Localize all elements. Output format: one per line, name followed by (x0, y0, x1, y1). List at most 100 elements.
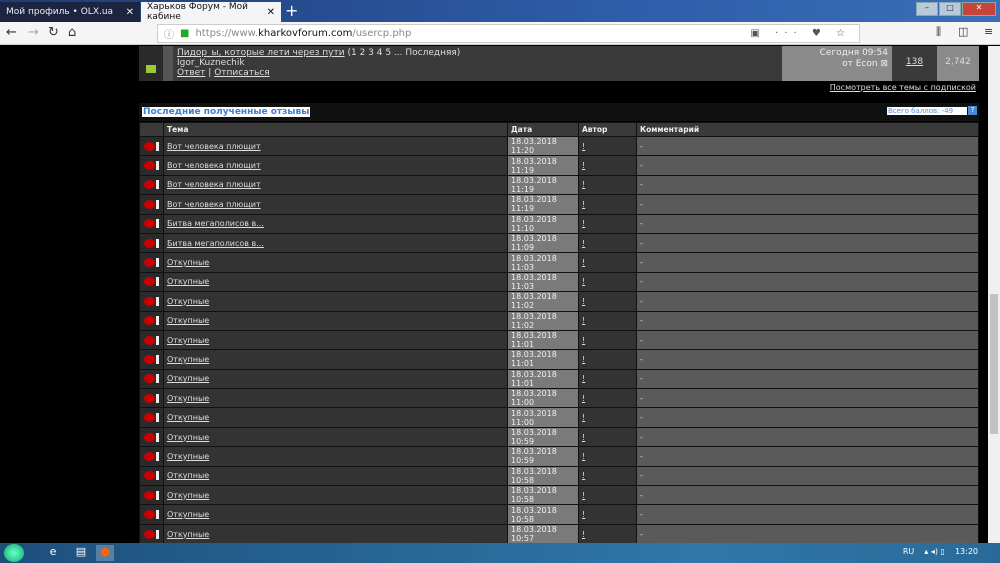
sidebar-icon[interactable]: ◫ (958, 25, 968, 38)
forward-icon[interactable]: → (28, 25, 39, 40)
date-cell: 18.03.2018 10:58 (507, 485, 579, 506)
topic-link[interactable]: Вот человека плющит (167, 142, 261, 151)
thread-pages[interactable]: (1 2 3 4 5 ... Последняя) (347, 48, 460, 58)
table-row: Вот человека плющит 18.03.2018 11:19 ! - (139, 155, 979, 176)
table-row: Откупные 18.03.2018 10:59 ! - (139, 446, 979, 467)
topic-link[interactable]: Откупные (167, 491, 209, 500)
author-link[interactable]: ! (582, 316, 585, 325)
topic-link[interactable]: Откупные (167, 530, 209, 539)
scrollbar-thumb[interactable] (990, 294, 998, 434)
topic-link[interactable]: Вот человека плющит (167, 200, 261, 209)
page-actions-icon[interactable]: ▣ ··· ♥ ☆ (751, 28, 851, 39)
author-link[interactable]: ! (582, 491, 585, 500)
close-icon[interactable]: ✕ (267, 7, 275, 18)
author-link[interactable]: ! (582, 180, 585, 189)
author-link[interactable]: ! (582, 394, 585, 403)
start-button[interactable] (4, 544, 24, 562)
author-link[interactable]: ! (582, 336, 585, 345)
help-icon[interactable]: ? (968, 106, 977, 115)
author-link[interactable]: ! (582, 200, 585, 209)
negative-feedback-icon (139, 232, 164, 254)
author-link[interactable]: ! (582, 239, 585, 248)
negative-feedback-icon (139, 349, 164, 370)
author-link[interactable]: ! (582, 161, 585, 170)
topic-link[interactable]: Откупные (167, 374, 209, 383)
close-window-button[interactable]: ✕ (962, 2, 996, 16)
author-link[interactable]: ! (582, 413, 585, 422)
table-row: Вот человека плющит 18.03.2018 11:20 ! - (139, 135, 979, 157)
author-link[interactable]: ! (582, 374, 585, 383)
reload-icon[interactable]: ↻ (48, 25, 59, 40)
go-to-last-post-icon[interactable]: ⊠ (880, 59, 888, 69)
tab-olx[interactable]: Мой профиль • OLX.ua ✕ (0, 2, 140, 22)
author-link[interactable]: ! (582, 219, 585, 228)
home-icon[interactable]: ⌂ (68, 25, 76, 40)
author-link[interactable]: ! (582, 277, 585, 286)
replies-count[interactable]: 138 (906, 57, 923, 67)
date-cell: 18.03.2018 11:00 (507, 407, 579, 428)
library-icon[interactable]: ⫼ (936, 25, 941, 39)
topic-link[interactable]: Откупные (167, 510, 209, 519)
topic-link[interactable]: Откупные (167, 355, 209, 364)
col-topic: Тема (163, 122, 508, 137)
negative-feedback-icon (139, 329, 164, 351)
topic-link[interactable]: Откупные (167, 297, 209, 306)
scrollbar[interactable] (988, 46, 1000, 543)
url-bar[interactable]: ⓘ ■ https://www. kharkovforum.com/usercp.p… (157, 24, 860, 43)
menu-icon[interactable]: ≡ (984, 25, 993, 38)
comment-cell: - (636, 504, 979, 525)
firefox-icon[interactable]: ● (96, 545, 114, 561)
table-row: Откупные 18.03.2018 11:01 ! - (139, 349, 979, 370)
thread-title-link[interactable]: Пидор_ы, которые лети через пути (177, 48, 345, 58)
negative-feedback-icon (139, 368, 164, 390)
comment-cell: - (636, 465, 979, 487)
topic-link[interactable]: Вот человека плющит (167, 161, 261, 170)
unsubscribe-link[interactable]: Отписаться (214, 68, 269, 78)
comment-cell: - (636, 523, 979, 543)
topic-link[interactable]: Откупные (167, 258, 209, 267)
topic-link[interactable]: Откупные (167, 277, 209, 286)
maximize-button[interactable]: □ (939, 2, 961, 16)
table-row: Откупные 18.03.2018 11:01 ! - (139, 329, 979, 351)
topic-link[interactable]: Откупные (167, 336, 209, 345)
author-link[interactable]: ! (582, 471, 585, 480)
topic-link[interactable]: Вот человека плющит (167, 180, 261, 189)
comment-cell: - (636, 271, 979, 293)
topic-link[interactable]: Откупные (167, 413, 209, 422)
author-link[interactable]: ! (582, 510, 585, 519)
back-icon[interactable]: ← (6, 25, 17, 40)
reply-link[interactable]: Ответ (177, 68, 205, 78)
clock[interactable]: 13:20 (955, 547, 978, 556)
view-all-subscriptions-link[interactable]: Посмотреть все темы с подпиской (830, 83, 976, 92)
topic-link[interactable]: Битва мегаполисов в... (167, 219, 264, 228)
volume-icon[interactable]: ▴ ◂) ▯ (924, 547, 945, 556)
close-icon[interactable]: ✕ (126, 7, 134, 18)
author-link[interactable]: ! (582, 452, 585, 461)
topic-link[interactable]: Откупные (167, 471, 209, 480)
explorer-icon[interactable]: ▤ (72, 545, 90, 561)
topic-link[interactable]: Откупные (167, 316, 209, 325)
author-link[interactable]: ! (582, 297, 585, 306)
author-link[interactable]: ! (582, 355, 585, 364)
language-indicator[interactable]: RU (903, 547, 914, 556)
new-tab-button[interactable]: + (285, 1, 298, 20)
topic-link[interactable]: Откупные (167, 452, 209, 461)
author-link[interactable]: ! (582, 433, 585, 442)
topic-link[interactable]: Битва мегаполисов в... (167, 239, 264, 248)
author-link[interactable]: ! (582, 530, 585, 539)
comment-cell: - (636, 485, 979, 506)
table-row: Откупные 18.03.2018 11:02 ! - (139, 310, 979, 331)
date-cell: 18.03.2018 11:00 (507, 388, 579, 409)
topic-link[interactable]: Откупные (167, 394, 209, 403)
tab-kharkovforum[interactable]: Харьков Форум - Мой кабине ✕ (141, 2, 281, 22)
ie-icon[interactable]: e (44, 545, 62, 561)
info-icon[interactable]: ⓘ (164, 26, 174, 41)
date-cell: 18.03.2018 11:02 (507, 291, 579, 312)
table-row: Битва мегаполисов в... 18.03.2018 11:10 … (139, 213, 979, 234)
negative-feedback-icon (139, 426, 164, 448)
minimize-button[interactable]: – (916, 2, 938, 16)
author-link[interactable]: ! (582, 258, 585, 267)
topic-link[interactable]: Откупные (167, 433, 209, 442)
author-link[interactable]: ! (582, 142, 585, 151)
date-cell: 18.03.2018 11:10 (507, 213, 579, 234)
